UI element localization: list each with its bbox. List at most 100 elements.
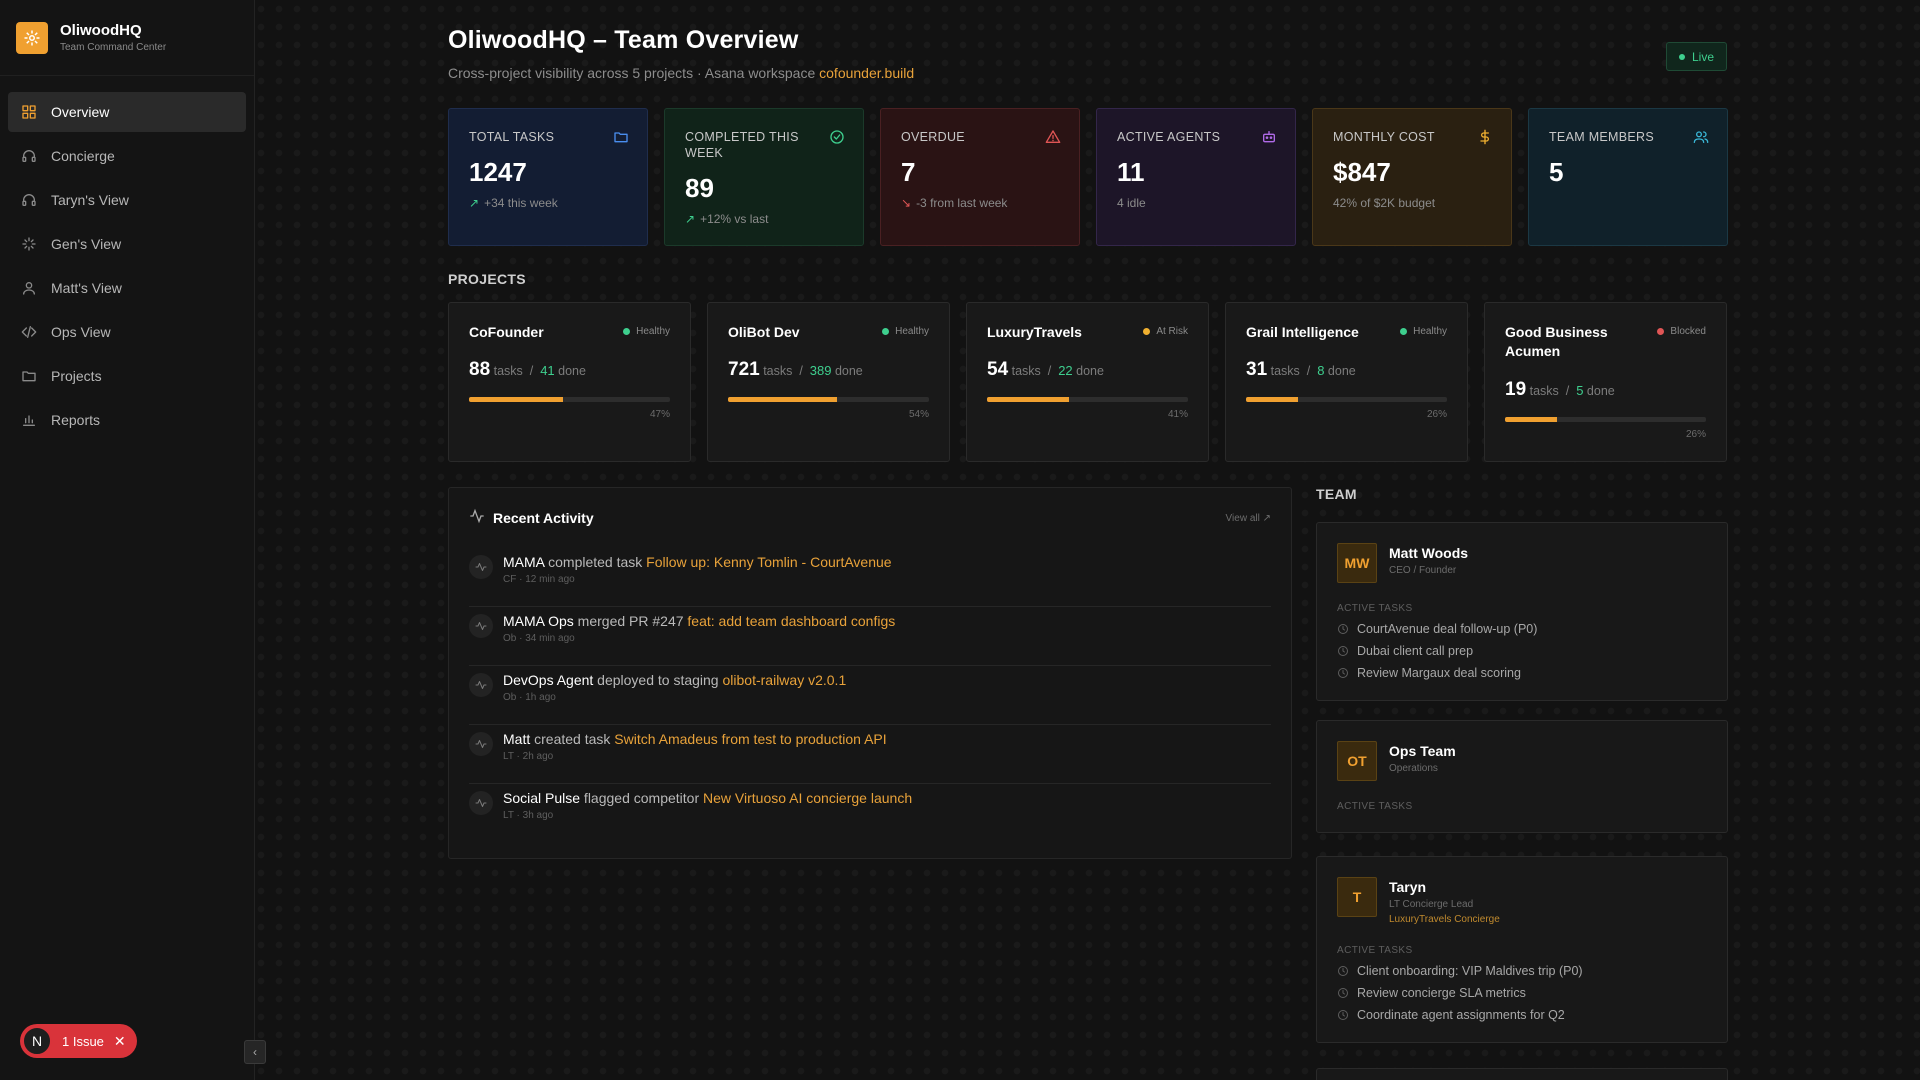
project-status-label: Blocked <box>1670 326 1706 337</box>
sidebar-item-label: Reports <box>51 412 101 428</box>
activity-object-link[interactable]: Follow up: Kenny Tomlin - CourtAvenue <box>646 554 891 570</box>
active-task-item[interactable]: Review Margaux deal scoring <box>1337 666 1707 680</box>
tasks-word: tasks <box>1529 384 1559 398</box>
progress-percent: 54% <box>908 409 929 420</box>
active-task-item[interactable]: Review concierge SLA metrics <box>1337 986 1707 1000</box>
external-link-icon: ↗ <box>1262 512 1271 524</box>
team-member-card-ops-team[interactable]: OT Ops Team Operations ACTIVE TASKS <box>1316 720 1728 833</box>
team-member-role: Operations <box>1389 763 1438 774</box>
workspace-link[interactable]: cofounder.build <box>819 65 914 81</box>
project-header: OliBot Dev Healthy <box>728 323 929 343</box>
project-counts: 88 tasks / 41 done <box>469 359 670 381</box>
project-counts: 19 tasks / 5 done <box>1505 379 1706 401</box>
active-task-item[interactable]: Dubai client call prep <box>1337 644 1707 658</box>
project-done-count: 41 <box>540 363 555 378</box>
activity-object-link[interactable]: New Virtuoso AI concierge launch <box>703 790 912 806</box>
team-member-card-matt-woods[interactable]: MW Matt Woods CEO / Founder ACTIVE TASKS Cou… <box>1316 522 1728 701</box>
projects-heading: PROJECTS <box>448 271 526 287</box>
sidebar-item-ops-view[interactable]: Ops View <box>8 312 246 352</box>
sidebar-item-taryn-s-view[interactable]: Taryn's View <box>8 180 246 220</box>
active-tasks-label: ACTIVE TASKS <box>1337 945 1413 956</box>
project-card-luxurytravels[interactable]: LuxuryTravels At Risk 54 tasks / 22 done 41… <box>966 302 1209 462</box>
issue-avatar: N <box>22 1026 52 1056</box>
avatar: T <box>1337 877 1377 917</box>
stats-row: TOTAL TASKS 1247 ↗ +34 this week COMPLETED T… <box>448 108 1728 246</box>
sidebar-item-label: Gen's View <box>51 236 122 252</box>
project-done-count: 22 <box>1058 363 1073 378</box>
sidebar-item-label: Overview <box>51 104 110 120</box>
robot-icon <box>1261 129 1277 145</box>
active-task-item[interactable]: CourtAvenue deal follow-up (P0) <box>1337 622 1707 636</box>
project-status: Healthy <box>1400 326 1447 337</box>
stat-delta: 4 idle <box>1117 196 1275 210</box>
tasks-word: tasks <box>493 364 523 378</box>
stat-card-monthly-cost: MONTHLY COST $847 42% of $2K budget <box>1312 108 1512 246</box>
project-task-count: 54 <box>987 359 1009 380</box>
project-header: Grail Intelligence Healthy <box>1246 323 1447 343</box>
active-task-item[interactable]: Coordinate agent assignments for Q2 <box>1337 1008 1707 1022</box>
avatar: OT <box>1337 741 1377 781</box>
team-member-name: Ops Team <box>1389 743 1456 759</box>
activity-actor: Social Pulse <box>503 790 581 806</box>
activity-action: completed task <box>544 554 647 570</box>
project-card-cofounder[interactable]: CoFounder Healthy 88 tasks / 41 done 47% <box>448 302 691 462</box>
active-task-item[interactable]: Client onboarding: VIP Maldives trip (P0… <box>1337 964 1707 978</box>
team-member-card-taryn[interactable]: T Taryn LT Concierge Lead LuxuryTravels Con… <box>1316 856 1728 1043</box>
activity-text: Matt created task Switch Amadeus from te… <box>503 731 887 747</box>
close-icon[interactable]: ✕ <box>114 1033 126 1050</box>
sidebar-item-concierge[interactable]: Concierge <box>8 136 246 176</box>
active-tasks-label: ACTIVE TASKS <box>1337 801 1413 812</box>
bar-chart-icon <box>21 412 37 428</box>
activity-body: Social Pulse flagged competitor New Virt… <box>503 790 912 843</box>
team-member-info: Matt Woods CEO / Founder <box>1389 543 1468 583</box>
project-header: LuxuryTravels At Risk <box>987 323 1188 343</box>
sidebar-item-matt-s-view[interactable]: Matt's View <box>8 268 246 308</box>
stat-value: 89 <box>685 173 714 203</box>
issue-badge[interactable]: N 1 Issue ✕ <box>20 1024 137 1058</box>
trend-up-icon: ↗ <box>685 212 696 226</box>
progress-percent: 41% <box>1167 409 1188 420</box>
progress-fill <box>987 397 1070 402</box>
count-separator: / <box>799 364 803 378</box>
sidebar-item-gen-s-view[interactable]: Gen's View <box>8 224 246 264</box>
headset-icon <box>21 148 37 164</box>
sidebar-item-label: Taryn's View <box>51 192 129 208</box>
progress-percent: 26% <box>1685 429 1706 440</box>
progress-percent: 47% <box>649 409 670 420</box>
project-counts: 54 tasks / 22 done <box>987 359 1188 381</box>
live-label: Live <box>1691 49 1714 64</box>
activity-object-link[interactable]: feat: add team dashboard configs <box>687 613 895 629</box>
view-all-link[interactable]: View all ↗ <box>1226 513 1271 524</box>
project-card-olibot-dev[interactable]: OliBot Dev Healthy 721 tasks / 389 done 54% <box>707 302 950 462</box>
sidebar-item-reports[interactable]: Reports <box>8 400 246 440</box>
collapse-sidebar-button[interactable]: ‹ <box>244 1040 266 1064</box>
activity-object-link[interactable]: olibot-railway v2.0.1 <box>723 672 847 688</box>
done-word: done <box>834 364 863 378</box>
chevron-left-icon: ‹ <box>253 1045 257 1059</box>
status-dot-icon <box>882 328 890 335</box>
project-card-good-business-acumen[interactable]: Good Business Acumen Blocked 19 tasks / 5 … <box>1484 302 1727 462</box>
activity-text: Social Pulse flagged competitor New Virt… <box>503 790 912 806</box>
activity-meta: LT · 2h ago <box>503 751 554 762</box>
progress-percent: 26% <box>1426 409 1447 420</box>
project-task-count: 88 <box>469 359 491 380</box>
sidebar-item-overview[interactable]: Overview <box>8 92 246 132</box>
recent-activity-panel: Recent Activity View all ↗ MAMA complete… <box>448 487 1292 859</box>
stat-delta-text: +34 this week <box>484 196 558 210</box>
project-name: Good Business Acumen <box>1505 324 1608 359</box>
activity-meta: Ob · 1h ago <box>503 692 556 703</box>
stat-delta: ↗ +34 this week <box>469 196 627 210</box>
activity-object-link[interactable]: Switch Amadeus from test to production A… <box>614 731 886 747</box>
progress-fill <box>1246 397 1299 402</box>
project-counts: 721 tasks / 389 done <box>728 359 929 381</box>
activity-action: merged PR #247 <box>573 613 688 629</box>
project-card-grail-intelligence[interactable]: Grail Intelligence Healthy 31 tasks / 8 do… <box>1225 302 1468 462</box>
status-dot-icon <box>1143 328 1151 335</box>
stat-label: OVERDUE <box>901 130 965 144</box>
sidebar-item-projects[interactable]: Projects <box>8 356 246 396</box>
stat-value: 11 <box>1117 157 1145 187</box>
project-name: CoFounder <box>469 324 544 340</box>
stat-delta: 42% of $2K budget <box>1333 196 1491 210</box>
stat-delta: ↘ -3 from last week <box>901 196 1059 210</box>
active-tasks-label: ACTIVE TASKS <box>1337 603 1413 614</box>
